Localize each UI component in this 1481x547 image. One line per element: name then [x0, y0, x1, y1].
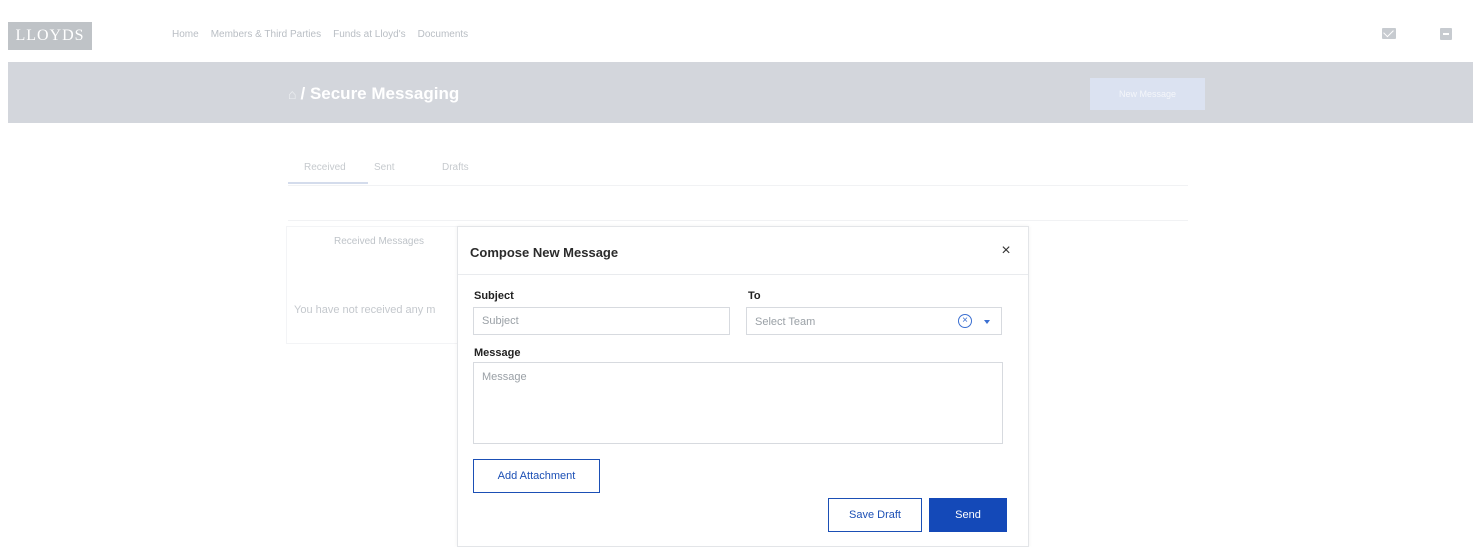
nav-documents[interactable]: Documents	[418, 29, 469, 40]
empty-state-text: You have not received any m	[294, 304, 436, 316]
active-tab-indicator	[288, 182, 368, 184]
add-attachment-button[interactable]: Add Attachment	[473, 459, 600, 493]
nav-funds-at-lloyds[interactable]: Funds at Lloyd's	[333, 29, 406, 40]
received-messages-heading: Received Messages	[334, 236, 425, 247]
chevron-down-icon[interactable]	[984, 320, 990, 324]
tab-drafts[interactable]: Drafts	[442, 162, 469, 173]
logout-icon[interactable]	[1440, 28, 1452, 40]
to-label: To	[748, 290, 761, 302]
save-draft-button[interactable]: Save Draft	[828, 498, 922, 532]
nav-members-third-parties[interactable]: Members & Third Parties	[211, 29, 321, 40]
team-select-placeholder: Select Team	[755, 316, 816, 328]
message-textarea[interactable]	[473, 362, 1003, 444]
lloyds-logo[interactable]: LLOYDS	[8, 22, 92, 50]
new-message-button[interactable]: New Message	[1090, 78, 1205, 110]
modal-title: Compose New Message	[470, 245, 619, 260]
clear-selection-icon[interactable]: ×	[958, 314, 972, 328]
breadcrumb-separator: /	[300, 84, 306, 103]
tab-sent[interactable]: Sent	[374, 162, 395, 173]
tab-received[interactable]: Received	[304, 162, 346, 173]
message-tabs: Received Sent Drafts	[288, 160, 1188, 186]
page-title-text: Secure Messaging	[309, 84, 460, 103]
message-label: Message	[474, 347, 521, 359]
modal-header: Compose New Message ×	[458, 227, 1028, 275]
subject-label: Subject	[474, 290, 514, 302]
compose-message-modal: Compose New Message × Subject To Select …	[457, 226, 1029, 547]
home-icon[interactable]: ⌂	[288, 86, 296, 102]
send-button[interactable]: Send	[929, 498, 1007, 532]
divider	[288, 220, 1188, 221]
page-banner: ⌂ / Secure Messaging New Message	[8, 62, 1473, 123]
team-select[interactable]: Select Team ×	[746, 307, 1002, 335]
top-navigation-bar: LLOYDS Home Members & Third Parties Fund…	[0, 0, 1481, 62]
mail-icon[interactable]	[1382, 28, 1396, 39]
nav-home[interactable]: Home	[172, 29, 199, 40]
page-title: ⌂ / Secure Messaging	[288, 84, 459, 104]
main-nav: Home Members & Third Parties Funds at Ll…	[172, 29, 468, 40]
subject-input[interactable]	[473, 307, 730, 335]
close-icon[interactable]: ×	[996, 241, 1016, 261]
